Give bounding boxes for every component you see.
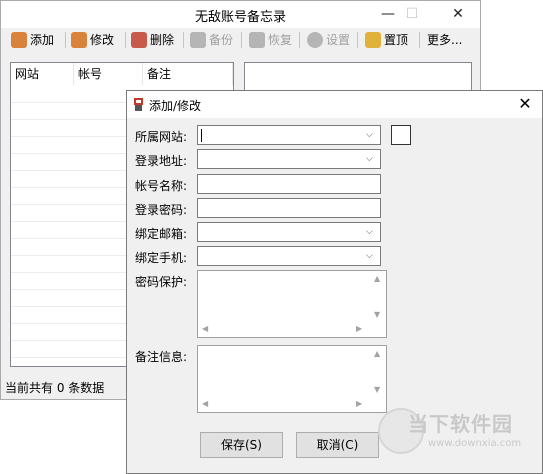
password-protect-label: 密码保护: <box>135 275 188 289</box>
chevron-down-icon[interactable]: ⌵ <box>366 129 376 141</box>
toolbar-pin-button[interactable]: 置顶 <box>365 30 408 50</box>
watermark-name: 当下软件园 <box>408 412 513 436</box>
toolbar-separator <box>125 32 126 48</box>
scroll-down-icon[interactable]: ▼ <box>374 311 380 319</box>
chevron-down-icon[interactable]: ⌵ <box>366 153 376 165</box>
close-button[interactable]: ✕ <box>441 1 475 28</box>
toolbar-edit-label: 修改 <box>90 33 115 47</box>
cancel-button[interactable]: 取消(C) <box>296 432 379 458</box>
vertical-scrollbar[interactable]: ▲ ▼ <box>369 346 386 396</box>
notes-label: 备注信息: <box>135 350 188 364</box>
email-label: 绑定邮箱: <box>135 227 188 241</box>
maximize-button[interactable]: ☐ <box>395 1 429 28</box>
website-combo[interactable]: ⌵ <box>197 125 381 145</box>
column-header-website[interactable]: 网站 <box>11 63 74 85</box>
toolbar-separator <box>419 32 420 48</box>
scroll-right-icon[interactable]: ▶ <box>356 325 362 333</box>
watermark: 当下软件园 www.downxia.com <box>378 408 538 468</box>
column-header-notes[interactable]: 备注 <box>143 63 233 85</box>
login-url-label: 登录地址: <box>135 154 188 168</box>
text-caret <box>201 129 202 142</box>
dialog-title: 添加/修改 <box>149 99 202 113</box>
horizontal-scrollbar[interactable]: ◀ ▶ <box>198 320 369 337</box>
watermark-url: www.downxia.com <box>428 438 522 449</box>
status-text: 当前共有 0 条数据 <box>5 381 105 395</box>
toolbar-settings-button[interactable]: 设置 <box>307 30 350 50</box>
email-combo[interactable]: ⌵ <box>197 222 381 242</box>
column-header-account[interactable]: 帐号 <box>74 63 143 85</box>
scroll-up-icon[interactable]: ▲ <box>374 350 380 358</box>
toolbar-pin-label: 置顶 <box>384 33 409 47</box>
pin-icon <box>365 32 381 48</box>
chevron-down-icon[interactable]: ⌵ <box>366 250 376 262</box>
toolbar-separator <box>183 32 184 48</box>
user-delete-icon <box>131 32 147 48</box>
website-label: 所属网站: <box>135 130 188 144</box>
toolbar-backup-button[interactable]: 备份 <box>190 30 233 50</box>
notes-textarea[interactable]: ▲ ▼ ◀ ▶ <box>197 345 387 413</box>
toolbar-backup-label: 备份 <box>209 33 234 47</box>
gear-icon <box>307 32 323 48</box>
scroll-left-icon[interactable]: ◀ <box>202 400 208 408</box>
app-icon <box>134 98 143 111</box>
scroll-up-icon[interactable]: ▲ <box>374 275 380 283</box>
toolbar-restore-label: 恢复 <box>268 33 293 47</box>
phone-label: 绑定手机: <box>135 251 188 265</box>
backup-icon <box>190 32 206 48</box>
login-url-combo[interactable]: ⌵ <box>197 149 381 169</box>
toolbar-delete-button[interactable]: 删除 <box>131 30 174 50</box>
toolbar-edit-button[interactable]: 修改 <box>71 30 114 50</box>
toolbar-separator <box>299 32 300 48</box>
dialog-title-bar: 添加/修改 ✕ <box>127 91 542 118</box>
horizontal-scrollbar[interactable]: ◀ ▶ <box>198 395 369 412</box>
toolbar-delete-label: 删除 <box>150 33 175 47</box>
toolbar-more-label: 更多... <box>427 33 463 47</box>
account-name-label: 帐号名称: <box>135 179 188 193</box>
users-icon <box>11 32 27 48</box>
chevron-down-icon[interactable]: ⌵ <box>366 226 376 238</box>
main-title-bar: 无敌账号备忘录 — ☐ ✕ <box>1 1 480 28</box>
user-edit-icon <box>71 32 87 48</box>
scroll-left-icon[interactable]: ◀ <box>202 325 208 333</box>
toolbar-add-button[interactable]: 添加 <box>11 30 54 50</box>
color-picker-box[interactable] <box>391 125 411 145</box>
phone-combo[interactable]: ⌵ <box>197 246 381 266</box>
password-protect-textarea[interactable]: ▲ ▼ ◀ ▶ <box>197 270 387 338</box>
scroll-right-icon[interactable]: ▶ <box>356 400 362 408</box>
toolbar-separator <box>241 32 242 48</box>
toolbar-separator <box>65 32 66 48</box>
toolbar-restore-button[interactable]: 恢复 <box>249 30 292 50</box>
dialog-close-button[interactable]: ✕ <box>514 93 536 115</box>
vertical-scrollbar[interactable]: ▲ ▼ <box>369 271 386 321</box>
toolbar-add-label: 添加 <box>30 33 55 47</box>
toolbar-separator <box>357 32 358 48</box>
password-input[interactable] <box>197 198 381 218</box>
toolbar-more-button[interactable]: 更多... <box>427 30 462 50</box>
account-name-input[interactable] <box>197 174 381 194</box>
toolbar: 添加 修改 删除 备份 恢复 设置 置顶 更多... <box>1 28 480 52</box>
restore-icon <box>249 32 265 48</box>
save-button[interactable]: 保存(S) <box>200 432 283 458</box>
password-label: 登录密码: <box>135 203 188 217</box>
toolbar-settings-label: 设置 <box>326 33 351 47</box>
scroll-down-icon[interactable]: ▼ <box>374 386 380 394</box>
